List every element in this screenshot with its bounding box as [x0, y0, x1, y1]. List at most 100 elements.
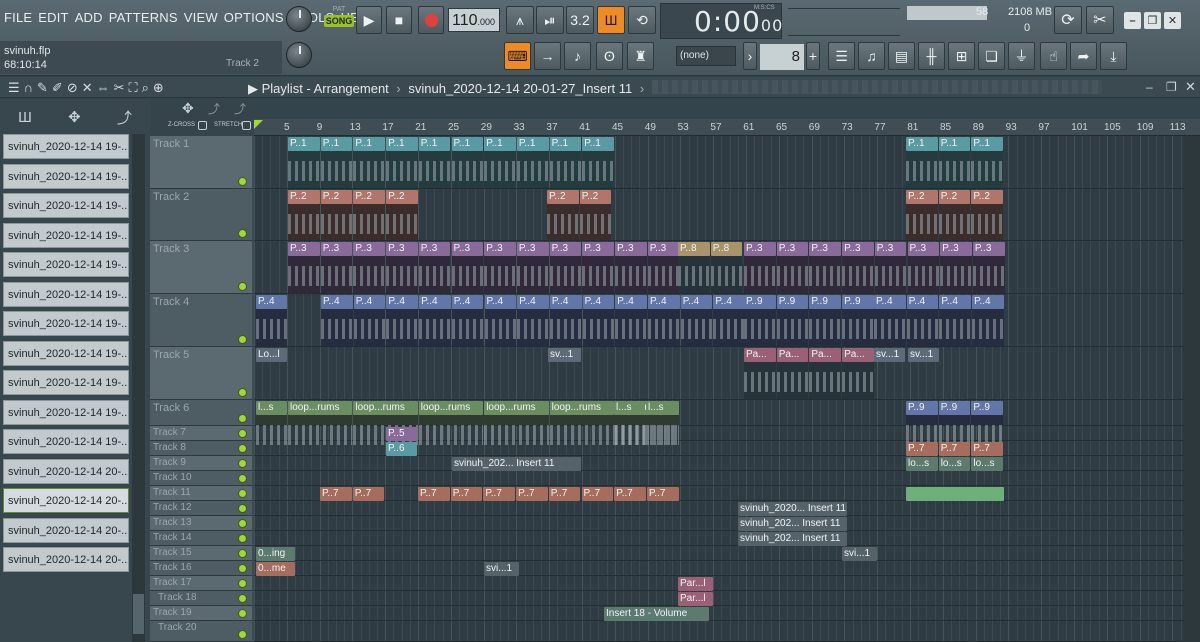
download-button[interactable]: ⤓ — [1100, 42, 1127, 70]
playlist-menu-icon[interactable]: ☰ — [8, 80, 20, 96]
playlist-clip[interactable]: P..4 — [939, 295, 972, 309]
playlist-clip[interactable]: P..9 — [744, 295, 776, 309]
track-mute-led[interactable] — [238, 534, 247, 543]
track-header[interactable]: Track 15 — [150, 546, 252, 561]
clip-body[interactable] — [256, 415, 287, 445]
playlist-clip[interactable]: Pa... — [744, 348, 776, 362]
clip-body[interactable] — [646, 415, 677, 445]
typing-keyboard-button[interactable]: ⌨ — [504, 42, 531, 70]
clip-body[interactable] — [386, 151, 418, 188]
playlist-clip[interactable]: loop...rums — [353, 401, 418, 415]
track-mute-led[interactable] — [238, 229, 247, 238]
clip-body[interactable] — [386, 309, 419, 346]
track-mute-led[interactable] — [238, 564, 247, 573]
clip-body[interactable] — [288, 151, 320, 188]
picker-scroll-thumb[interactable] — [133, 594, 144, 634]
clip-body[interactable] — [615, 256, 647, 293]
playlist-clip[interactable]: l...s — [256, 401, 287, 415]
picker-item[interactable]: svinuh_2020-12-14 20-... — [3, 488, 129, 513]
clip-body[interactable] — [353, 204, 386, 240]
playlist-clip[interactable]: Pa... — [776, 348, 809, 362]
playlist-min-icon[interactable]: – — [1146, 80, 1153, 94]
playlist-clip[interactable]: P..2 — [579, 190, 612, 204]
playlist-clip[interactable]: 0...ing — [256, 547, 295, 561]
tempo-adjust-icon[interactable]: ✥ — [182, 100, 194, 117]
playlist-clip[interactable]: P..4 — [484, 295, 517, 309]
pattern-selector[interactable]: (none) — [676, 46, 736, 66]
playlist-clip[interactable]: P..4 — [321, 295, 353, 309]
track-mute-led[interactable] — [238, 444, 247, 453]
playlist-clip[interactable]: P..1 — [582, 137, 614, 151]
curve-icon[interactable]: ⤴ — [234, 100, 246, 117]
track-mute-led[interactable] — [238, 282, 247, 291]
playlist-clip[interactable]: loop...rums — [484, 401, 549, 415]
playlist-clip[interactable]: lo...s — [938, 457, 971, 471]
playlist-clip[interactable]: P..9 — [809, 295, 842, 309]
playlist-max-icon[interactable]: ❐ — [1166, 80, 1177, 94]
track-header[interactable]: Track 20 — [150, 621, 252, 642]
playlist-clip[interactable]: P..4 — [874, 295, 906, 309]
playlist-clip[interactable]: P..1 — [451, 137, 484, 151]
playback-icon[interactable]: ⊕ — [153, 80, 164, 96]
clip-body[interactable] — [744, 256, 776, 293]
clip-body[interactable] — [809, 362, 842, 399]
playlist-clip[interactable]: P..9 — [776, 295, 809, 309]
picker-item[interactable]: svinuh_2020-12-14 20-... — [3, 517, 129, 543]
clip-body[interactable] — [971, 204, 1004, 240]
tempo-tap-button[interactable]: ☝ — [1040, 42, 1067, 70]
picker-scrollbar[interactable] — [132, 134, 145, 642]
clip-body[interactable] — [451, 256, 484, 293]
playlist-clip[interactable]: P..3 — [386, 242, 418, 256]
picker-item[interactable]: svinuh_2020-12-14 20-... — [3, 458, 129, 484]
play-button[interactable]: ▶ — [356, 6, 382, 34]
playlist-clip[interactable]: lo...s — [906, 457, 938, 471]
playlist-clip[interactable]: P..8 — [678, 242, 710, 256]
playlist-clip[interactable]: P..7 — [938, 442, 971, 456]
clip-body[interactable] — [842, 309, 874, 346]
playlist-clip[interactable]: P..4 — [451, 295, 484, 309]
track-mute-led[interactable] — [238, 504, 247, 513]
menu-add[interactable]: ADD — [75, 10, 103, 25]
clip-body[interactable] — [582, 256, 614, 293]
playlist-clip[interactable]: sv...1 — [874, 348, 905, 362]
playlist-clip[interactable]: Par...l — [678, 592, 713, 606]
playlist-clip[interactable]: P..3 — [418, 242, 451, 256]
master-pitch-knob[interactable] — [286, 42, 312, 68]
playlist-clip[interactable]: P..1 — [320, 137, 353, 151]
track-header[interactable]: Track 11 — [150, 486, 252, 501]
picker-item[interactable]: svinuh_2020-12-14 19-... — [3, 252, 129, 277]
playlist-clip[interactable]: P..7 — [906, 442, 938, 456]
playlist-clip[interactable]: Par...l — [678, 577, 713, 591]
track-mute-led[interactable] — [238, 429, 247, 438]
clip-body[interactable] — [256, 309, 287, 346]
playlist-clip[interactable]: P..5 — [386, 427, 417, 441]
clip-body[interactable] — [972, 256, 1005, 293]
piano-roll-button[interactable]: ♫ — [858, 42, 885, 70]
clip-body[interactable] — [418, 256, 451, 293]
clip-body[interactable] — [744, 309, 776, 346]
menu-patterns[interactable]: PATTERNS — [109, 10, 178, 25]
playlist-clip[interactable]: P..3 — [582, 242, 614, 256]
clip-body[interactable] — [939, 309, 972, 346]
track-header[interactable]: Track 7 — [150, 426, 252, 441]
clip-body[interactable] — [419, 309, 451, 346]
playlist-clip[interactable]: 0...me — [256, 562, 295, 576]
clip-body[interactable] — [680, 309, 713, 346]
clip-body[interactable] — [938, 204, 971, 240]
picker-item[interactable]: svinuh_2020-12-14 19-... — [3, 370, 129, 395]
channel-rack-button[interactable]: ▤ — [888, 42, 915, 70]
playlist-clip[interactable]: P..7 — [418, 487, 450, 501]
playlist-clip[interactable]: P..2 — [938, 190, 971, 204]
track-mute-led[interactable] — [238, 579, 247, 588]
playlist-grid[interactable]: P..1 P..1 P..1 P..1 P..1 P..1 P..1 P..1 P..1 P..1… — [254, 136, 1200, 642]
playlist-clip[interactable]: P..3 — [353, 242, 386, 256]
clip-body[interactable] — [906, 309, 939, 346]
playlist-clip[interactable]: loop...rums — [288, 401, 353, 415]
playlist-clip[interactable]: P..1 — [938, 137, 971, 151]
playlist-clip[interactable]: P..3 — [809, 242, 842, 256]
playlist-clip[interactable]: P..2 — [288, 190, 320, 204]
playlist-clip[interactable]: P..1 — [418, 137, 451, 151]
clip-body[interactable] — [353, 415, 418, 445]
clip-body[interactable] — [614, 415, 645, 445]
playlist-clip[interactable]: P..3 — [907, 242, 940, 256]
